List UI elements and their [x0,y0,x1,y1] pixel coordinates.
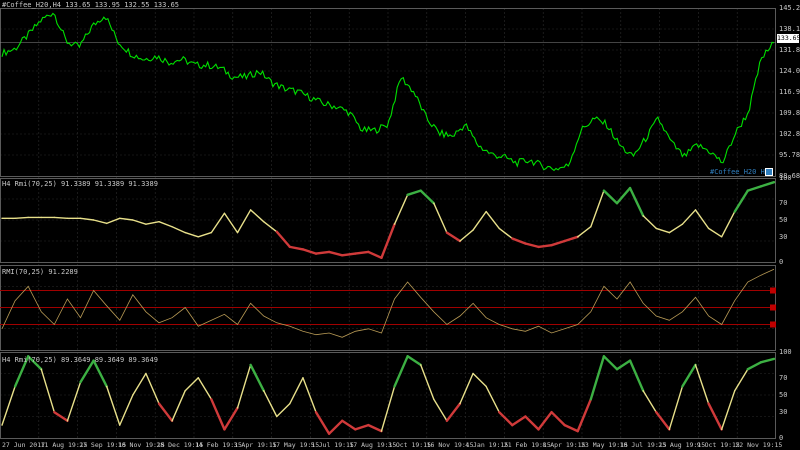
date-tick-label: 22 Nov 19:15 [735,441,783,449]
axis-tick-label: 109.88 [779,109,800,117]
rsi-panel1-segment [14,216,29,220]
date-tick-label: 3 Oct 19:15 [388,441,432,449]
rsi-panel1-segment [53,216,69,220]
axis-tick-label: 116.98 [779,88,800,96]
axis-tick-label: 30 [779,232,788,241]
rmi-level-marker [770,287,776,294]
current-price-tag: 133.65 [777,34,800,43]
date-tick-label: 3 Apr 19:15 [233,441,277,449]
axis-tick-label: 50 [779,216,788,224]
axis-tick-label: 100 [779,174,792,182]
panel1-label: H4 Rmi(70,25) 91.3389 91.3389 91.3389 [2,180,158,188]
chart-title: #Coffee_H20,H4 133.65 133.95 132.55 133.… [2,1,180,9]
panel2-label: RMI(70,25) 91.2289 [2,268,78,276]
symbol-marker-icon [765,168,773,176]
axis-tick-label: 145.28 [779,4,800,12]
rsi-panel1-segment [354,250,370,255]
axis-tick-label: 50 [779,391,788,399]
rsi-panel1-segment [537,243,553,249]
symbol-label: #Coffee_H20 H4 [710,168,770,176]
rmi-level-marker [770,321,776,328]
axis-tick-label: 131.88 [779,46,800,54]
rsi-panel1-segment [341,252,357,257]
date-tick-label: 27 Jun 2017 [2,441,46,449]
rsi-panel1-segment [314,250,331,255]
rmi-level-marker [770,304,776,311]
axis-tick-label: 138.18 [779,25,800,33]
axis-tick-label: 70 [779,373,788,382]
axis-tick-label: 70 [779,199,788,208]
date-tick-label: 9 Oct 19:15 [696,441,740,449]
date-tick-label: 8 Apr 19:15 [542,441,586,449]
date-tick-label: 5 Jul 19:15 [310,441,354,449]
axis-tick-label: 102.88 [779,130,800,138]
trading-chart[interactable] [0,0,800,450]
axis-tick-label: 124.08 [779,67,800,75]
axis-tick-label: 0 [779,258,784,266]
date-tick-label: 4 Jan 19:15 [465,441,509,449]
panel3-label: H4 Rmi(70,25) 89.3649 89.3649 89.3649 [2,356,158,364]
axis-tick-label: 30 [779,408,788,417]
axis-tick-label: 95.78 [779,151,800,159]
axis-tick-label: 100 [779,348,792,356]
